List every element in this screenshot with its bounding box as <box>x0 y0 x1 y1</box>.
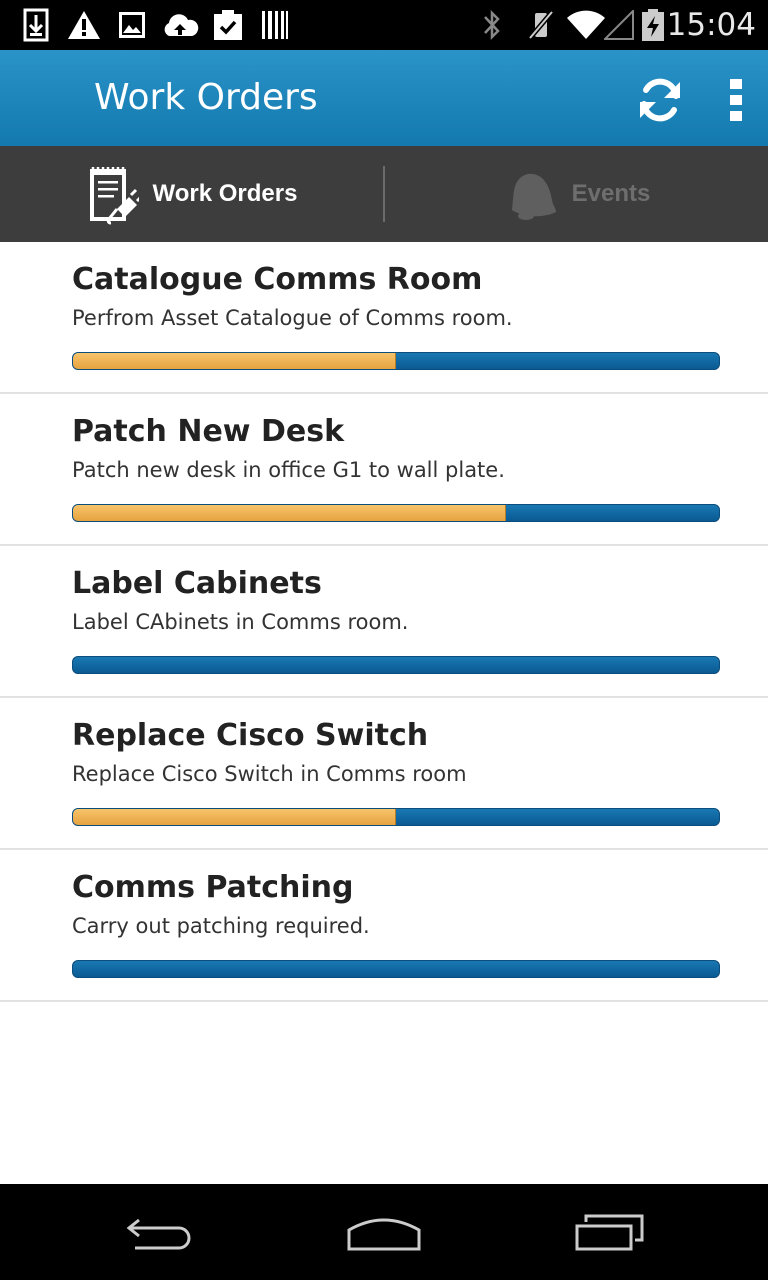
overflow-menu-button[interactable] <box>716 70 756 130</box>
refresh-icon <box>640 78 680 122</box>
progress-bar <box>72 808 720 826</box>
list-item[interactable]: Comms Patching Carry out patching requir… <box>0 850 768 1002</box>
bell-icon <box>511 173 556 220</box>
progress-fill <box>73 809 396 825</box>
page-title: Work Orders <box>94 77 318 118</box>
status-bar: 15:04 <box>0 0 768 50</box>
overflow-menu-icon <box>730 79 742 121</box>
tab-label: Work Orders <box>152 180 298 207</box>
progress-bar <box>72 960 720 978</box>
work-order-title: Label Cabinets <box>72 566 322 601</box>
image-icon <box>118 0 146 50</box>
status-time: 15:04 <box>666 7 756 43</box>
work-order-title: Catalogue Comms Room <box>72 262 483 297</box>
barcode-icon <box>260 0 290 50</box>
recent-apps-icon <box>575 1214 644 1251</box>
refresh-button[interactable] <box>630 70 690 130</box>
cloud-upload-icon <box>160 0 200 50</box>
list-item[interactable]: Replace Cisco Switch Replace Cisco Switc… <box>0 698 768 850</box>
home-icon <box>347 1218 421 1251</box>
battery-charging-icon <box>640 0 666 50</box>
work-order-title: Comms Patching <box>72 870 354 905</box>
list-item[interactable]: Catalogue Comms Room Perfrom Asset Catal… <box>0 242 768 394</box>
signal-icon <box>604 0 634 50</box>
clipboard-check-icon <box>212 0 244 50</box>
wifi-icon <box>566 0 606 50</box>
work-order-description: Label CAbinets in Comms room. <box>72 610 409 634</box>
tab-bar: Work Orders Events <box>0 146 768 242</box>
list-item[interactable]: Label Cabinets Label CAbinets in Comms r… <box>0 546 768 698</box>
work-order-title: Replace Cisco Switch <box>72 718 429 753</box>
navigation-bar <box>0 1184 768 1280</box>
list-item[interactable]: Patch New Desk Patch new desk in office … <box>0 394 768 546</box>
work-order-description: Patch new desk in office G1 to wall plat… <box>72 458 505 482</box>
back-icon <box>126 1218 191 1250</box>
progress-fill <box>73 505 506 521</box>
tab-events[interactable]: Events <box>384 146 768 242</box>
recent-apps-button[interactable] <box>540 1184 680 1280</box>
work-order-description: Replace Cisco Switch in Comms room <box>72 762 467 786</box>
action-bar: Work Orders <box>0 50 768 146</box>
progress-fill <box>73 353 396 369</box>
work-order-description: Perfrom Asset Catalogue of Comms room. <box>72 306 513 330</box>
download-icon <box>22 0 50 50</box>
tab-work-orders[interactable]: Work Orders <box>0 146 384 242</box>
tab-label: Events <box>571 180 651 207</box>
progress-bar <box>72 656 720 674</box>
progress-bar <box>72 352 720 370</box>
work-order-list: Catalogue Comms Room Perfrom Asset Catal… <box>0 242 768 1002</box>
bluetooth-icon <box>480 0 504 50</box>
progress-bar <box>72 504 720 522</box>
back-button[interactable] <box>90 1184 230 1280</box>
warning-icon <box>66 0 102 50</box>
clipboard-plug-icon <box>89 167 139 225</box>
work-order-description: Carry out patching required. <box>72 914 370 938</box>
work-order-title: Patch New Desk <box>72 414 345 449</box>
vibrate-icon <box>526 0 556 50</box>
home-button[interactable] <box>314 1184 454 1280</box>
